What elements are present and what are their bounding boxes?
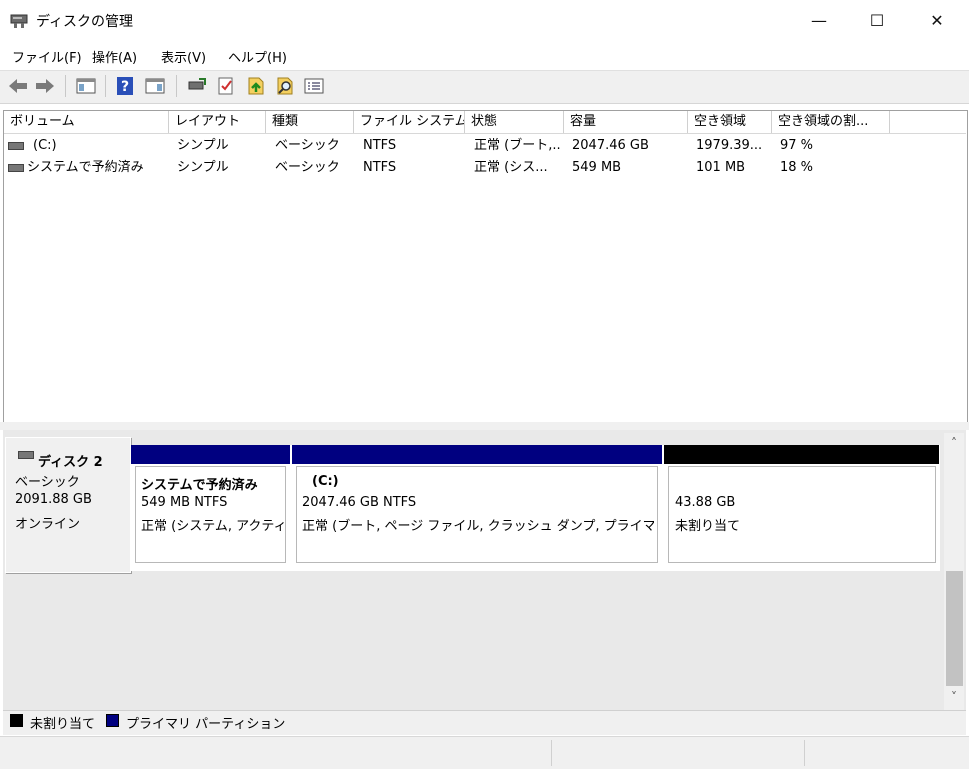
volume-type: ベーシック [275, 138, 340, 153]
scroll-down-button[interactable]: ˅ [944, 690, 964, 706]
partition-status: 正常 (システム, アクティブ, プライマリ パーティション) [141, 519, 284, 534]
drive-icon [8, 142, 24, 150]
column-header-volume[interactable]: ボリューム [4, 111, 169, 133]
forward-arrow-icon[interactable] [34, 75, 56, 97]
menu-help[interactable]: ヘルプ(H) [228, 47, 287, 66]
legend-label-primary-partition: プライマリ パーティション [126, 717, 286, 732]
svg-text:?: ? [121, 79, 129, 95]
column-header-capacity[interactable]: 容量 [564, 111, 688, 133]
rescan-disks-icon[interactable] [245, 75, 267, 97]
console-tree-icon[interactable] [144, 75, 166, 97]
partition-name: システムで予約済み [141, 478, 258, 493]
volume-percent-free: 97 % [780, 138, 814, 153]
scroll-up-button[interactable]: ˄ [944, 436, 964, 452]
menu-action[interactable]: 操作(A) [92, 47, 137, 66]
menu-file[interactable]: ファイル(F) [12, 47, 82, 66]
connect-drive-icon[interactable] [186, 75, 208, 97]
disk-icon [18, 451, 34, 459]
back-arrow-icon[interactable] [7, 75, 29, 97]
toolbar-separator [176, 75, 177, 97]
column-header-layout[interactable]: レイアウト [169, 111, 266, 133]
partition-size: 549 MB NTFS [141, 495, 228, 510]
disk-status: オンライン [15, 517, 81, 532]
status-divider [551, 740, 552, 766]
list-view-icon[interactable] [303, 75, 325, 97]
minimize-button[interactable]: — [790, 0, 848, 40]
volume-free-space: 1979.39... [696, 138, 763, 153]
column-header-type[interactable]: 種類 [266, 111, 354, 133]
drive-icon [8, 164, 24, 172]
volume-file-system: NTFS [363, 138, 397, 153]
partition-bar [292, 445, 662, 464]
column-header-percent-free[interactable]: 空き領域の割... [772, 111, 890, 133]
close-button[interactable]: ✕ [908, 0, 966, 40]
volume-type: ベーシック [275, 160, 340, 175]
show-hide-console-tree-icon[interactable] [75, 75, 97, 97]
checklist-properties-icon[interactable] [215, 75, 237, 97]
help-icon[interactable]: ? [114, 75, 136, 97]
volume-free-space: 101 MB [696, 160, 746, 175]
volume-percent-free: 18 % [780, 160, 814, 175]
toolbar-separator [105, 75, 106, 97]
status-bar [0, 736, 969, 769]
volume-layout: シンプル [177, 138, 229, 153]
partition-status: 未割り当て [675, 519, 741, 534]
window-title: ディスクの管理 [36, 14, 134, 30]
volume-status: 正常 (シス... [474, 160, 548, 175]
partition-bar [664, 445, 939, 464]
menu-bar [0, 42, 969, 69]
partition-status: 正常 (ブート, ページ ファイル, クラッシュ ダンプ, プライマリ パーティ… [302, 519, 654, 534]
disk-name: ディスク 2 [38, 455, 103, 470]
maximize-button[interactable]: ☐ [848, 0, 906, 40]
volume-capacity: 549 MB [572, 160, 622, 175]
disk-management-app-icon [10, 11, 28, 29]
volume-name: (C:) [33, 138, 57, 153]
volume-layout: シンプル [177, 160, 229, 175]
partition-size: 2047.46 GB NTFS [302, 495, 417, 510]
toolbar-separator [65, 75, 66, 97]
column-header-free-space[interactable]: 空き領域 [688, 111, 772, 133]
column-header-status[interactable]: 状態 [465, 111, 564, 133]
legend-label-unallocated: 未割り当て [30, 717, 96, 732]
disk-type: ベーシック [15, 475, 80, 490]
volume-capacity: 2047.46 GB [572, 138, 649, 153]
partition-size: 43.88 GB [675, 495, 736, 510]
scroll-thumb[interactable] [946, 571, 963, 686]
legend-swatch-primary-partition [106, 714, 119, 727]
status-divider [804, 740, 805, 766]
pane-splitter[interactable] [0, 422, 969, 430]
volume-name: システムで予約済み [27, 160, 144, 175]
volume-status: 正常 (ブート,... [474, 138, 562, 153]
search-icon[interactable] [274, 75, 296, 97]
column-header-file-system[interactable]: ファイル システム [354, 111, 465, 133]
partition-name: (C:) [312, 474, 339, 489]
volume-file-system: NTFS [363, 160, 397, 175]
menu-view[interactable]: 表示(V) [161, 47, 206, 66]
partition-bar [131, 445, 290, 464]
disk-size: 2091.88 GB [15, 492, 92, 507]
legend-swatch-unallocated [10, 714, 23, 727]
